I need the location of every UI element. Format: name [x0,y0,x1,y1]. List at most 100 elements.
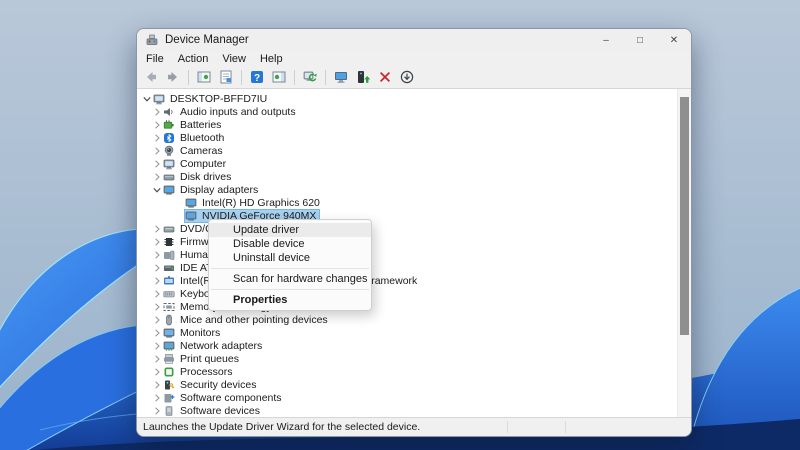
tree-item[interactable]: DESKTOP-BFFD7IU [137,92,691,105]
tree-item-label: DESKTOP-BFFD7IU [170,92,268,105]
context-menu: Update driver Disable device Uninstall dev… [208,219,372,311]
menu-help[interactable]: Help [253,53,290,65]
tree-item-content: Cameras [163,145,226,157]
status-pane-divider [565,421,566,433]
tree-item[interactable]: Intel(R) HD Graphics 620 [137,196,691,209]
context-menu-item-update-driver[interactable]: Update driver [209,223,371,237]
desktop: Device Manager – □ ✕ File Action View Help ? … [0,0,800,450]
tree-item[interactable]: Processors [137,365,691,378]
tree-item-content: Monitors [163,327,223,339]
intel-icon [163,275,176,287]
chevron-right-icon[interactable] [151,341,163,351]
audio-icon [163,106,176,118]
scan-hardware-icon[interactable] [300,68,320,87]
window-controls: – □ ✕ [589,29,691,51]
tree-item-content: Audio inputs and outputs [163,106,299,118]
context-menu-item-disable-device[interactable]: Disable device [209,237,371,251]
chevron-right-icon[interactable] [151,146,163,156]
properties-icon[interactable] [216,68,236,87]
chevron-right-icon[interactable] [151,133,163,143]
printer-icon [163,353,176,365]
tree-item[interactable]: Bluetooth [137,131,691,144]
forward-icon[interactable] [163,68,183,87]
update-driver-icon[interactable] [353,68,373,87]
tree-item-content: Bluetooth [163,132,227,144]
minimize-button[interactable]: – [589,29,623,51]
tree-item-content: Display adapters [163,184,261,196]
chevron-right-icon[interactable] [151,250,163,260]
tree-item[interactable]: Audio inputs and outputs [137,105,691,118]
chevron-right-icon[interactable] [151,302,163,312]
tree-item-label: Software components [180,391,282,404]
ide-icon [163,262,176,274]
tree-scrollbar[interactable] [677,89,691,417]
chevron-right-icon[interactable] [151,263,163,273]
tree-item-label: Batteries [180,118,222,131]
context-menu-item-scan-for-hardware-changes[interactable]: Scan for hardware changes [209,272,371,286]
context-menu-item-uninstall-device[interactable]: Uninstall device [209,251,371,265]
tree-item[interactable]: Computer [137,157,691,170]
chevron-right-icon[interactable] [151,172,163,182]
svg-text:?: ? [254,73,260,84]
maximize-button[interactable]: □ [623,29,657,51]
back-icon[interactable] [141,68,161,87]
tree-item[interactable]: Monitors [137,326,691,339]
chevron-right-icon[interactable] [151,406,163,416]
menu-file[interactable]: File [139,53,171,65]
chevron-right-icon[interactable] [151,380,163,390]
chevron-right-icon[interactable] [151,289,163,299]
dvd-icon [163,223,176,235]
chevron-right-icon[interactable] [151,120,163,130]
menu-action[interactable]: Action [171,53,216,65]
titlebar[interactable]: Device Manager – □ ✕ [137,29,691,51]
tree-item-content: Software devices [163,405,263,417]
chevron-down-icon[interactable] [141,94,153,104]
menu-view[interactable]: View [215,53,253,65]
chevron-down-icon[interactable] [151,185,163,195]
security-icon [163,379,176,391]
network-icon [163,340,176,352]
action-pane-icon[interactable] [269,68,289,87]
console-tree-icon[interactable] [194,68,214,87]
chevron-right-icon[interactable] [151,237,163,247]
close-button[interactable]: ✕ [657,29,691,51]
tree-item-label: Monitors [180,326,221,339]
window-title: Device Manager [165,34,249,46]
tree-item-content: Software components [163,392,285,404]
tree-item-label: Disk drives [180,170,232,183]
help-icon[interactable]: ? [247,68,267,87]
chevron-right-icon[interactable] [151,224,163,234]
tree-item[interactable]: Disk drives [137,170,691,183]
tree-item[interactable]: Software components [137,391,691,404]
chevron-right-icon[interactable] [151,276,163,286]
scrollbar-thumb[interactable] [680,97,689,335]
chevron-right-icon[interactable] [151,107,163,117]
toolbar-separator [241,69,242,85]
battery-icon [163,119,176,131]
tree-item[interactable]: Network adapters [137,339,691,352]
context-menu-item-properties[interactable]: Properties [209,293,371,307]
chevron-right-icon[interactable] [151,315,163,325]
tree-item[interactable]: Display adapters [137,183,691,196]
bluetooth-icon [163,132,176,144]
tree-item[interactable]: Software devices [137,404,691,417]
tree-item[interactable]: Cameras [137,144,691,157]
tree-item-content: Print queues [163,353,242,365]
chevron-right-icon[interactable] [151,393,163,403]
tree-item-label: Computer [180,157,227,170]
chevron-right-icon[interactable] [151,159,163,169]
toolbar: ? [137,66,691,89]
tree-item-content: Disk drives [163,171,234,183]
disable-device-icon[interactable] [397,68,417,87]
chevron-right-icon[interactable] [151,354,163,364]
uninstall-device-icon[interactable] [375,68,395,87]
device-manager-icon [145,33,159,47]
remote-desktop-icon[interactable] [331,68,351,87]
chevron-right-icon[interactable] [151,367,163,377]
tree-item[interactable]: Print queues [137,352,691,365]
tree-item[interactable]: Batteries [137,118,691,131]
tree-item[interactable]: Security devices [137,378,691,391]
chevron-right-icon[interactable] [151,328,163,338]
tree-item[interactable]: Mice and other pointing devices [137,313,691,326]
tree-item-content: Network adapters [163,340,265,352]
